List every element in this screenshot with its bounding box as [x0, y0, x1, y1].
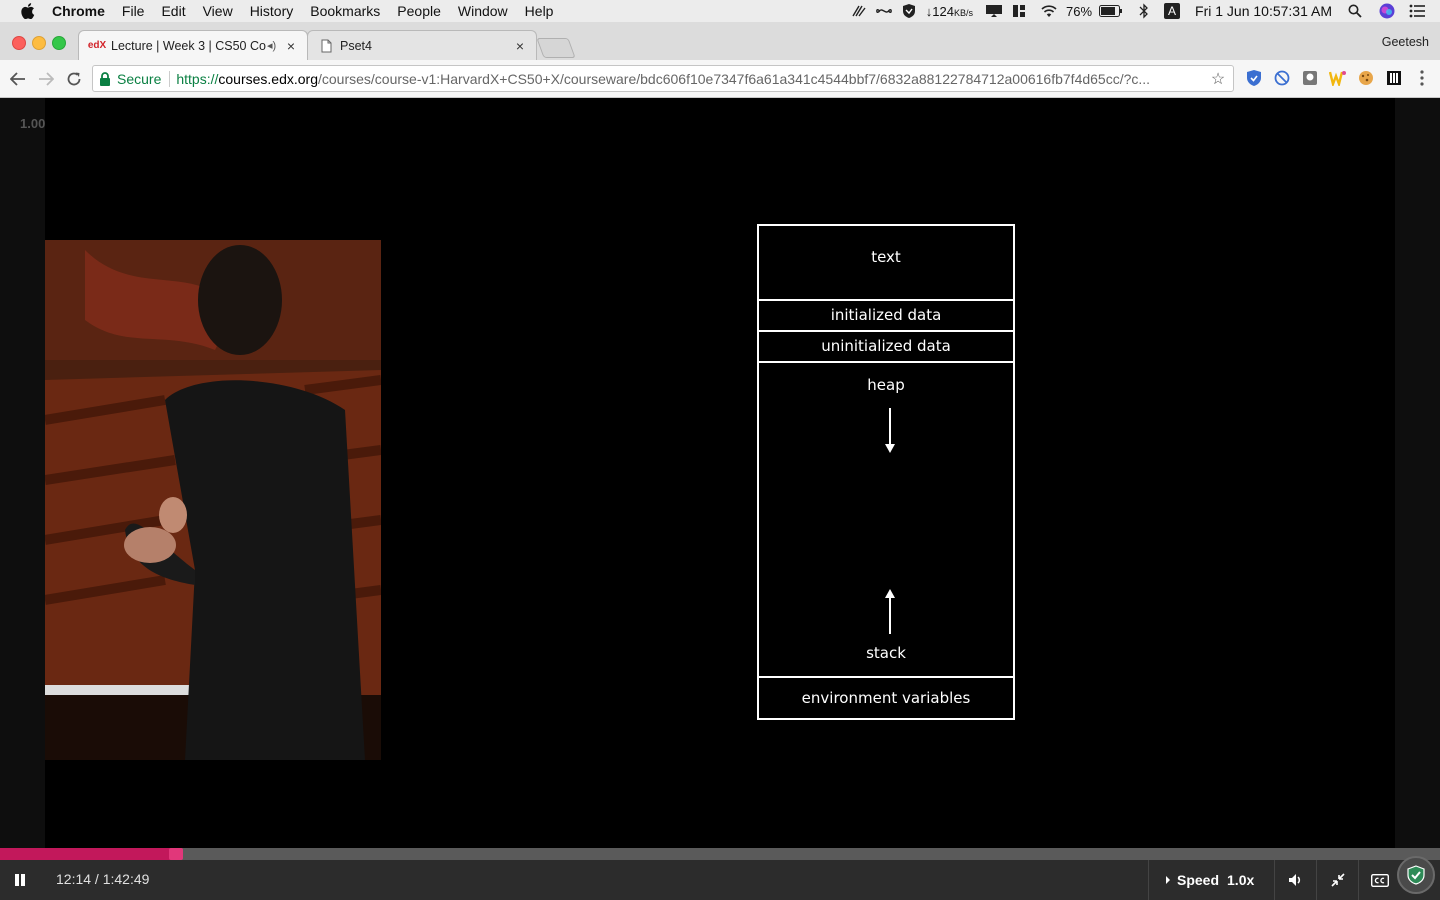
- wifi-icon[interactable]: [1040, 3, 1058, 19]
- bookmark-star-icon[interactable]: ☆: [1208, 69, 1228, 89]
- menu-window[interactable]: Window: [458, 3, 508, 19]
- cookie-icon[interactable]: [1357, 69, 1375, 87]
- lecturer-image: [45, 240, 381, 760]
- menu-people[interactable]: People: [397, 3, 441, 19]
- lecturer-video-inset: [45, 240, 381, 760]
- noise-icon[interactable]: [850, 3, 868, 19]
- speed-button[interactable]: Speed 1.0x: [1148, 860, 1274, 900]
- segment-environment-variables: environment variables: [801, 689, 971, 707]
- window-maximize-button[interactable]: [52, 36, 66, 50]
- display-icon[interactable]: [985, 3, 1003, 19]
- macos-menu-bar: Chrome File Edit View History Bookmarks …: [0, 0, 1440, 22]
- tab-close-icon[interactable]: ×: [283, 38, 299, 54]
- url-text[interactable]: https://courses.edx.org/courses/course-v…: [176, 71, 1208, 87]
- window-close-button[interactable]: [12, 36, 26, 50]
- chrome-menu-icon[interactable]: [1413, 69, 1431, 87]
- time-display: 12:14 / 1:42:49: [56, 871, 150, 887]
- shield-heart-icon[interactable]: [900, 3, 918, 19]
- menu-view[interactable]: View: [203, 3, 233, 19]
- down-arrow-icon: [885, 408, 895, 453]
- url-scheme: https://: [176, 70, 219, 87]
- tab-lecture[interactable]: edX Lecture | Week 3 | CS50 Co ◂) ×: [78, 30, 308, 60]
- new-tab-button[interactable]: [536, 38, 576, 58]
- profile-name-button[interactable]: Geetesh: [1382, 35, 1429, 49]
- document-icon: [318, 38, 334, 54]
- forward-arrow-icon[interactable]: [36, 69, 56, 89]
- menubar-clock[interactable]: Fri 1 Jun 10:57:31 AM: [1195, 3, 1332, 19]
- segment-heap: heap: [867, 376, 905, 394]
- spotlight-search-icon[interactable]: [1346, 3, 1364, 19]
- input-source-label: A: [1164, 3, 1181, 19]
- segment-initialized-data: initialized data: [759, 301, 1013, 332]
- back-arrow-icon[interactable]: [8, 69, 28, 89]
- honey-extension-icon[interactable]: [1329, 69, 1347, 87]
- progress-played: [0, 848, 171, 860]
- segment-text: text: [759, 226, 1013, 301]
- segment-stack: stack: [759, 644, 1013, 678]
- menu-bookmarks[interactable]: Bookmarks: [310, 3, 380, 19]
- input-source-icon[interactable]: A: [1163, 3, 1181, 19]
- tab-pset4[interactable]: Pset4 ×: [307, 30, 537, 60]
- tab-title: Lecture | Week 3 | CS50 Co: [111, 38, 266, 53]
- address-bar[interactable]: Secure https://courses.edx.org/courses/c…: [92, 65, 1234, 92]
- url-host: courses.edx.org: [218, 70, 318, 87]
- url-path: /courses/course-v1:HarvardX+CS50+X/cours…: [318, 70, 1151, 87]
- ghostery-icon[interactable]: [1301, 69, 1319, 87]
- menubar-status-area: ↓124KB/s 76% A Fri 1 Jun 10:57:31 AM: [843, 0, 1440, 22]
- caret-right-icon: [1166, 876, 1170, 884]
- segment-uninitialized-data: uninitialized data: [759, 332, 1013, 363]
- memory-layout-diagram: text initialized data uninitialized data…: [757, 224, 1015, 720]
- tab-audio-playing-icon[interactable]: ◂): [267, 39, 281, 52]
- network-speed: ↓124KB/s: [926, 4, 973, 19]
- speed-label: Speed: [1177, 872, 1220, 888]
- window-manager-icon[interactable]: [1010, 3, 1028, 19]
- instapaper-icon[interactable]: [1385, 69, 1403, 87]
- progress-scrubber-handle[interactable]: [169, 848, 183, 860]
- omnibox-divider: [169, 70, 171, 87]
- up-arrow-icon: [885, 589, 895, 634]
- window-minimize-button[interactable]: [32, 36, 46, 50]
- menu-history[interactable]: History: [250, 3, 294, 19]
- tab-close-icon[interactable]: ×: [512, 38, 528, 54]
- battery-icon[interactable]: [1099, 3, 1123, 19]
- video-progress-bar[interactable]: [0, 848, 1440, 860]
- notification-center-icon[interactable]: [1408, 3, 1426, 19]
- browser-tab-strip: edX Lecture | Week 3 | CS50 Co ◂) × Pset…: [0, 22, 1440, 60]
- network-speed-unit: KB/s: [953, 7, 973, 18]
- menu-help[interactable]: Help: [525, 3, 554, 19]
- infinity-icon[interactable]: [875, 3, 893, 19]
- menu-file[interactable]: File: [122, 3, 145, 19]
- edx-favicon-icon: edX: [87, 38, 107, 54]
- exit-fullscreen-icon[interactable]: [1316, 860, 1359, 900]
- video-controls: 12:14 / 1:42:49 Speed 1.0x: [0, 860, 1440, 900]
- playback-rate-badge: 1.00: [20, 116, 46, 131]
- apple-menu-icon[interactable]: [20, 3, 36, 19]
- tab-title: Pset4: [340, 38, 372, 53]
- volume-icon[interactable]: [1274, 860, 1317, 900]
- secure-label[interactable]: Secure: [117, 71, 161, 87]
- menu-app-name[interactable]: Chrome: [52, 3, 105, 19]
- speed-value: 1.0x: [1227, 872, 1255, 888]
- block-icon[interactable]: [1273, 69, 1291, 87]
- grammarly-shield-icon[interactable]: [1397, 856, 1435, 894]
- browser-toolbar: Secure https://courses.edx.org/courses/c…: [0, 60, 1440, 98]
- lock-icon[interactable]: [99, 71, 111, 86]
- bluetooth-icon[interactable]: [1135, 3, 1153, 19]
- reload-icon[interactable]: [64, 69, 84, 89]
- closed-captions-icon[interactable]: [1358, 860, 1401, 900]
- network-speed-value: ↓124: [925, 3, 954, 19]
- menu-edit[interactable]: Edit: [161, 3, 185, 19]
- battery-percent: 76%: [1066, 3, 1093, 19]
- siri-icon[interactable]: [1378, 3, 1396, 19]
- ublock-shield-icon[interactable]: [1245, 69, 1263, 87]
- pause-icon[interactable]: [12, 872, 28, 888]
- edx-favicon-label: edX: [87, 40, 107, 51]
